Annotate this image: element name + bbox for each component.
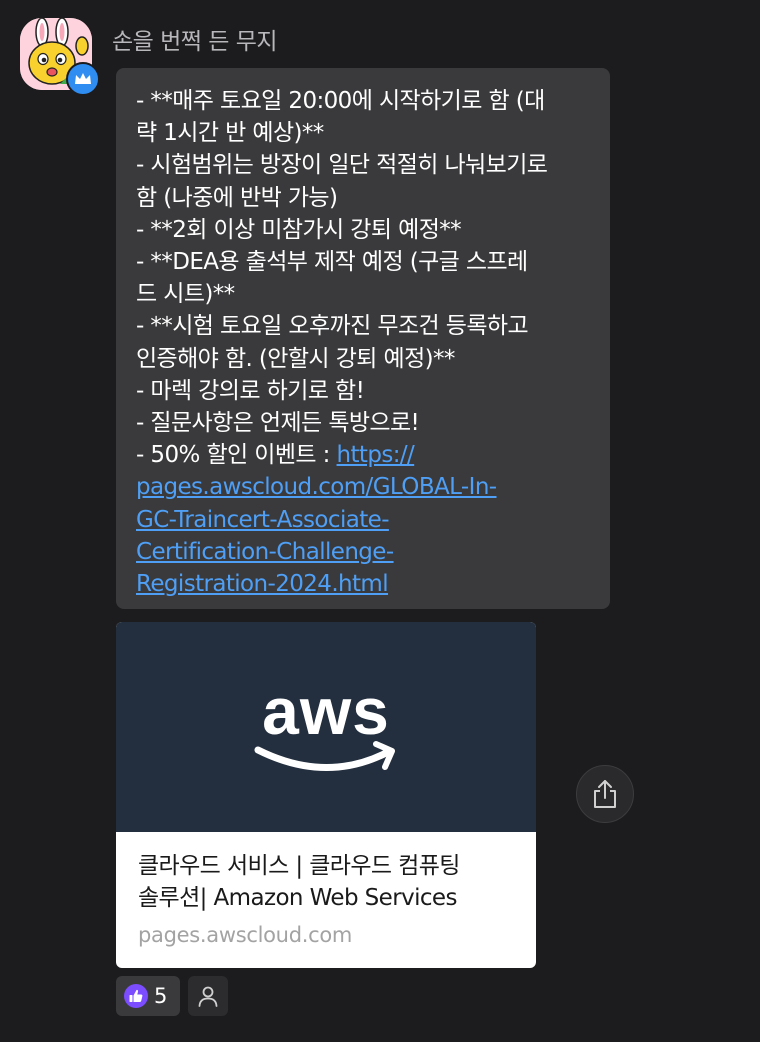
link-line: GC-Traincert-Associate-	[136, 504, 596, 536]
like-count: 5	[154, 984, 168, 1008]
message-line: - **매주 토요일 20:00에 시작하기로 함 (대	[136, 88, 545, 114]
link-line: Certification-Challenge-	[136, 536, 596, 568]
event-link[interactable]: pages.awscloud.com/GLOBAL-In-	[136, 474, 497, 500]
link-line: pages.awscloud.com/GLOBAL-In-	[136, 471, 596, 503]
link-line: Registration-2024.html	[136, 568, 596, 600]
message-line: - 질문사항은 언제든 톡방으로!	[136, 410, 420, 437]
thumbs-up-icon	[124, 984, 148, 1008]
preview-image: aws	[116, 622, 536, 832]
event-link[interactable]: Certification-Challenge-	[136, 539, 394, 565]
message-line: 인증해야 함. (안할시 강퇴 예정)**	[136, 345, 455, 372]
message-line: 드 시트)**	[136, 281, 235, 308]
reactors-button[interactable]	[188, 976, 228, 1016]
chat-window: 손을 번쩍 든 무지 - **매주 토요일 20:00에 시작하기로 함 (대 …	[0, 0, 760, 1042]
preview-title: 클라우드 서비스 | 클라우드 컴퓨팅	[138, 853, 460, 879]
message-line: - **DEA용 출석부 제작 예정 (구글 스프레	[136, 249, 528, 276]
message-line: - **시험 토요일 오후까진 무조건 등록하고	[136, 313, 529, 340]
preview-domain: pages.awscloud.com	[138, 923, 353, 947]
message-line-with-link: - 50% 할인 이벤트 : https://	[136, 439, 596, 471]
event-link[interactable]: https://	[337, 442, 415, 468]
message-line: - **2회 이상 미참가시 강퇴 예정**	[136, 216, 462, 243]
sender-name[interactable]: 손을 번쩍 든 무지	[112, 22, 278, 56]
aws-logo-text: aws	[262, 674, 390, 748]
message-bubble[interactable]: - **매주 토요일 20:00에 시작하기로 함 (대 략 1시간 반 예상)…	[116, 68, 610, 609]
aws-logo: aws	[254, 674, 395, 771]
preview-text: 클라우드 서비스 | 클라우드 컴퓨팅 솔루션| Amazon Web Serv…	[116, 832, 536, 950]
event-link[interactable]: GC-Traincert-Associate-	[136, 507, 389, 533]
person-icon	[198, 986, 218, 1007]
message-line: - 시험범위는 방장이 일단 적절히 나눠보기로	[136, 152, 548, 179]
like-reaction-button[interactable]: 5	[116, 976, 180, 1016]
preview-title: 솔루션| Amazon Web Services	[138, 885, 457, 911]
link-prefix: - 50% 할인 이벤트 :	[136, 442, 337, 469]
share-button[interactable]	[576, 765, 634, 823]
message-line: 략 1시간 반 예상)**	[136, 120, 324, 147]
message-line: - 마렉 강의로 하기로 함!	[136, 377, 365, 404]
crown-badge-icon	[66, 62, 100, 96]
message-line: 함 (나중에 반박 가능)	[136, 184, 338, 211]
link-preview-card[interactable]: aws 클라우드 서비스 | 클라우드 컴퓨팅 솔루션| Amazon Web …	[116, 622, 536, 968]
share-icon	[594, 780, 616, 808]
event-link[interactable]: Registration-2024.html	[136, 571, 389, 597]
